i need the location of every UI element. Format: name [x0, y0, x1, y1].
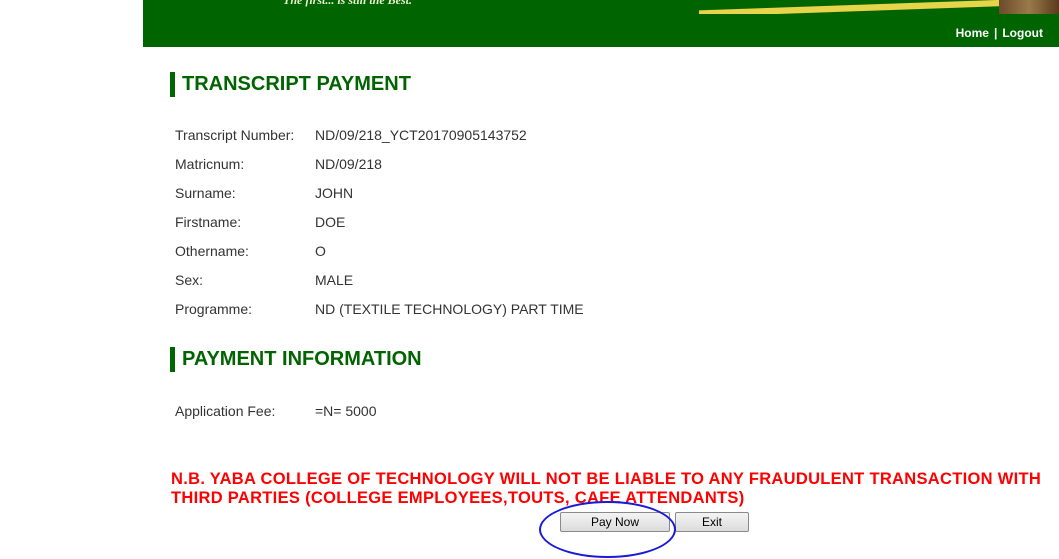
firstname-label: Firstname:: [175, 213, 242, 230]
transcript-details: Transcript Number: ND/09/218_YCT20170905…: [175, 120, 584, 323]
header-tagline: The first... is still the Best.: [283, 0, 413, 7]
application-fee-value: =N= 5000: [315, 402, 377, 419]
application-fee-label: Application Fee:: [175, 402, 276, 419]
payment-details: Application Fee: =N= 5000: [175, 396, 377, 425]
matricnum-label: Matricnum:: [175, 155, 245, 172]
pay-now-button[interactable]: Pay Now: [560, 512, 670, 532]
programme-value: ND (TEXTILE TECHNOLOGY) PART TIME: [315, 300, 584, 317]
site-header: The first... is still the Best. Home | Log…: [143, 0, 1059, 47]
top-navigation: Home | Logout: [956, 26, 1043, 40]
matricnum-row: Matricnum: ND/09/218: [175, 149, 584, 178]
surname-label: Surname:: [175, 184, 236, 201]
home-link[interactable]: Home: [956, 26, 989, 40]
othername-label: Othername:: [175, 242, 249, 259]
nav-separator: |: [993, 26, 998, 40]
firstname-value: DOE: [315, 213, 346, 230]
transcript-payment-title: TRANSCRIPT PAYMENT: [170, 72, 411, 97]
surname-row: Surname: JOHN: [175, 178, 584, 207]
sex-value: MALE: [315, 271, 354, 288]
header-banner-image: [999, 0, 1059, 14]
surname-value: JOHN: [315, 184, 354, 201]
othername-value: O: [315, 242, 326, 259]
transcript-number-value: ND/09/218_YCT20170905143752: [315, 126, 527, 143]
programme-label: Programme:: [175, 300, 253, 317]
application-fee-row: Application Fee: =N= 5000: [175, 396, 377, 425]
programme-row: Programme: ND (TEXTILE TECHNOLOGY) PART …: [175, 294, 584, 323]
matricnum-value: ND/09/218: [315, 155, 382, 172]
payment-information-title: PAYMENT INFORMATION: [170, 347, 422, 372]
logout-link[interactable]: Logout: [1002, 26, 1043, 40]
transcript-number-row: Transcript Number: ND/09/218_YCT20170905…: [175, 120, 584, 149]
fraud-warning-notice: N.B. YABA COLLEGE OF TECHNOLOGY WILL NOT…: [171, 470, 1042, 507]
othername-row: Othername: O: [175, 236, 584, 265]
exit-button[interactable]: Exit: [675, 512, 749, 532]
sex-label: Sex:: [175, 271, 204, 288]
transcript-number-label: Transcript Number:: [175, 126, 295, 143]
firstname-row: Firstname: DOE: [175, 207, 584, 236]
sex-row: Sex: MALE: [175, 265, 584, 294]
